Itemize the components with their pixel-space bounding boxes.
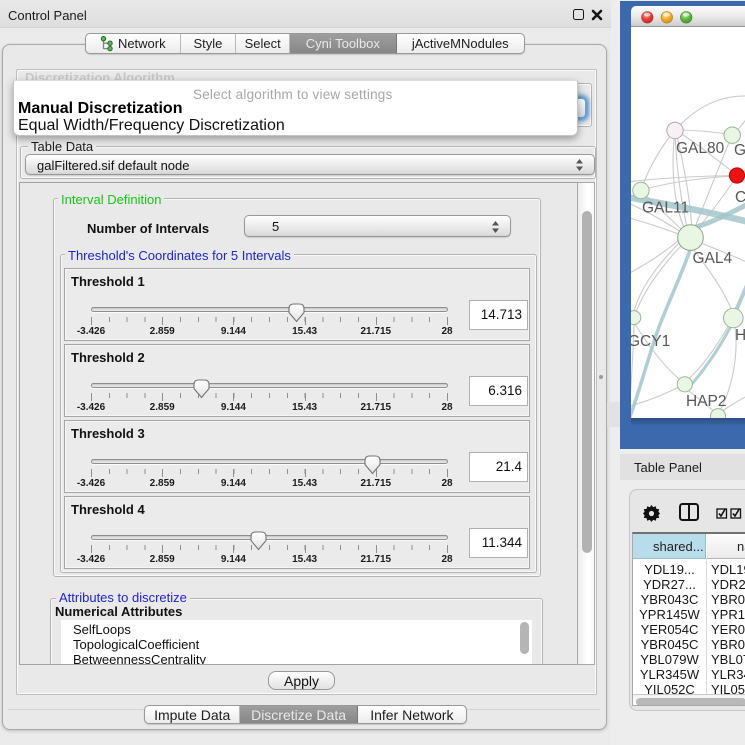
svg-text:HI: HI [735,327,745,344]
svg-text:HAP2: HAP2 [686,393,727,410]
svg-text:GCY1: GCY1 [631,333,670,350]
svg-text:GAL80: GAL80 [676,140,725,157]
svg-text:GAL4: GAL4 [693,250,733,267]
svg-text:GAL11: GAL11 [642,200,689,217]
svg-text:CY: CY [735,189,745,206]
svg-text:GA: GA [734,142,745,159]
